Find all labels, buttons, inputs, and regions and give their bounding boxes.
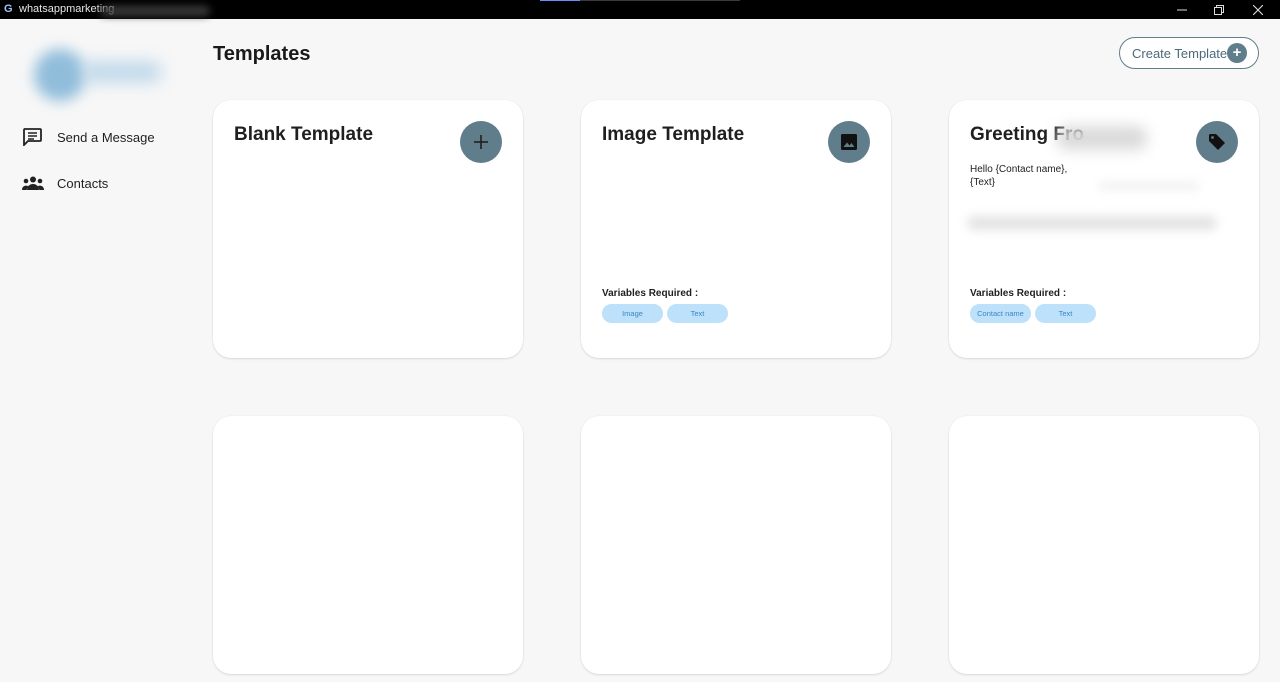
- sidebar-item-label: Contacts: [57, 175, 109, 191]
- redacted-title-fragment: [1057, 126, 1147, 150]
- create-template-button[interactable]: Create Template +: [1119, 37, 1259, 69]
- sidebar-item-contacts[interactable]: Contacts: [22, 172, 108, 194]
- tab-indicator: [540, 0, 740, 1]
- minimize-icon: [1177, 9, 1187, 10]
- template-card-blank[interactable]: Blank Template: [213, 100, 523, 358]
- page-title: Templates: [213, 43, 311, 65]
- tag-icon[interactable]: [1196, 121, 1238, 163]
- variables-label: Variables Required :: [602, 288, 699, 299]
- variable-chips: Image Text: [602, 304, 728, 323]
- close-button[interactable]: [1240, 0, 1276, 19]
- redacted-text: [1099, 182, 1199, 190]
- minimize-button[interactable]: [1164, 0, 1200, 19]
- sidebar: Send a Message Contacts: [0, 19, 200, 682]
- template-card-empty[interactable]: [949, 416, 1259, 674]
- redacted-title-area: [100, 6, 210, 16]
- image-icon[interactable]: [828, 121, 870, 163]
- body-line: {Text}: [970, 177, 996, 188]
- plus-icon: +: [1227, 43, 1247, 63]
- variable-chips: Contact name Text: [970, 304, 1096, 323]
- card-title: Blank Template: [234, 124, 374, 145]
- card-title: Image Template: [602, 124, 745, 145]
- variables-label: Variables Required :: [970, 288, 1067, 299]
- redacted-user-name: [82, 61, 162, 83]
- template-card-image[interactable]: Image Template Variables Required : Imag…: [581, 100, 891, 358]
- card-body: Hello {Contact name}, {Text}: [970, 163, 1067, 189]
- window-titlebar: G whatsappmarketing: [0, 0, 1280, 19]
- restore-icon: [1214, 4, 1224, 15]
- user-profile[interactable]: [30, 45, 170, 103]
- variable-chip: Contact name: [970, 304, 1031, 323]
- close-icon: [1253, 4, 1263, 15]
- message-icon: [22, 128, 46, 146]
- people-icon: [22, 174, 46, 192]
- app-logo-icon: G: [4, 3, 13, 15]
- variable-chip: Image: [602, 304, 663, 323]
- avatar: [34, 49, 86, 101]
- variable-chip: Text: [667, 304, 728, 323]
- redacted-text: [967, 216, 1217, 230]
- create-template-label: Create Template: [1132, 45, 1228, 61]
- template-card-empty[interactable]: [213, 416, 523, 674]
- template-card-greeting[interactable]: Greeting Fro Hello {Contact name}, {Text…: [949, 100, 1259, 358]
- sidebar-item-send-message[interactable]: Send a Message: [22, 126, 155, 148]
- template-card-empty[interactable]: [581, 416, 891, 674]
- body-line: Hello {Contact name},: [970, 164, 1068, 175]
- restore-button[interactable]: [1201, 0, 1237, 19]
- variable-chip: Text: [1035, 304, 1096, 323]
- plus-icon[interactable]: [460, 121, 502, 163]
- sidebar-item-label: Send a Message: [57, 129, 155, 145]
